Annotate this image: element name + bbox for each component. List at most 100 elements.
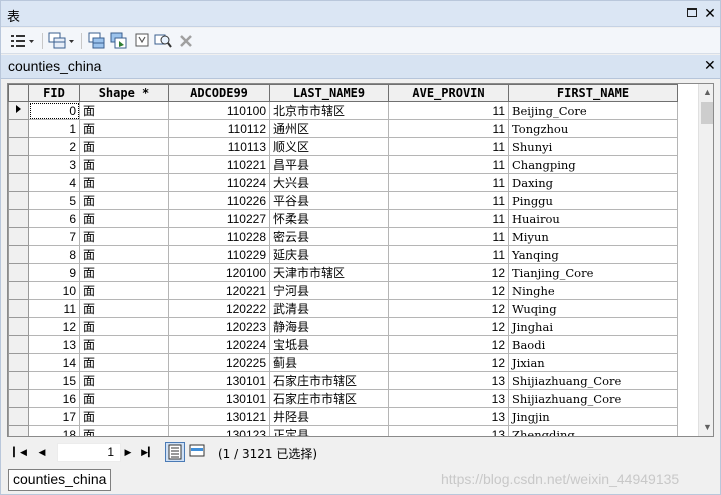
first-name-cell[interactable]: Tianjing_Core [508,263,678,282]
shape-cell[interactable]: 面 [79,263,169,282]
table-row[interactable]: 16 面 130101 石家庄市市辖区 13 Shijiazhuang_Core [8,389,678,408]
fid-cell[interactable]: 9 [28,263,80,282]
last-name-cell[interactable]: 通州区 [269,119,389,138]
shape-cell[interactable]: 面 [79,299,169,318]
first-name-cell[interactable]: Jingjin [508,407,678,426]
adcode-cell[interactable]: 130123 [168,425,270,436]
shape-cell[interactable]: 面 [79,173,169,192]
last-record-icon[interactable]: ▶▎ [141,445,155,459]
last-name-cell[interactable]: 蓟县 [269,353,389,372]
table-row[interactable]: 9 面 120100 天津市市辖区 12 Tianjing_Core [8,263,678,282]
ave-provin-cell[interactable]: 11 [388,245,509,264]
row-selector[interactable] [8,119,29,138]
adcode-cell[interactable]: 120223 [168,317,270,336]
table-row[interactable]: 8 面 110229 延庆县 11 Yanqing [8,245,678,264]
first-name-cell[interactable]: Tongzhou [508,119,678,138]
scroll-down-icon[interactable]: ▼ [699,419,713,436]
row-selector[interactable] [8,227,29,246]
first-name-cell[interactable]: Shijiazhuang_Core [508,389,678,408]
row-selector[interactable] [8,101,29,120]
row-selector[interactable] [8,299,29,318]
last-name-cell[interactable]: 密云县 [269,227,389,246]
shape-cell[interactable]: 面 [79,389,169,408]
ave-provin-cell[interactable]: 13 [388,389,509,408]
last-name-cell[interactable]: 北京市市辖区 [269,101,389,120]
first-name-cell[interactable]: Shunyi [508,137,678,156]
last-name-cell[interactable]: 石家庄市市辖区 [269,371,389,390]
first-name-cell[interactable]: Yanqing [508,245,678,264]
show-selected-records-icon[interactable] [188,442,208,462]
first-name-cell[interactable]: Jixian [508,353,678,372]
last-name-cell[interactable]: 怀柔县 [269,209,389,228]
adcode-cell[interactable]: 120225 [168,353,270,372]
adcode-cell[interactable]: 130121 [168,407,270,426]
fid-cell[interactable]: 12 [28,317,80,336]
fid-cell[interactable]: 1 [28,119,80,138]
shape-cell[interactable]: 面 [79,245,169,264]
fid-cell[interactable]: 3 [28,155,80,174]
adcode-cell[interactable]: 110112 [168,119,270,138]
fid-cell[interactable]: 10 [28,281,80,300]
shape-cell[interactable]: 面 [79,371,169,390]
shape-cell[interactable]: 面 [79,335,169,354]
ave-provin-cell[interactable]: 12 [388,335,509,354]
select-by-attributes-icon[interactable] [88,32,106,50]
fid-cell[interactable]: 5 [28,191,80,210]
row-selector[interactable] [8,245,29,264]
row-selector[interactable] [8,155,29,174]
last-name-cell[interactable]: 武清县 [269,299,389,318]
fid-cell[interactable]: 16 [28,389,80,408]
fid-cell[interactable]: 0 [28,101,80,120]
adcode-cell[interactable]: 120221 [168,281,270,300]
first-name-cell[interactable]: Daxing [508,173,678,192]
fid-cell[interactable]: 4 [28,173,80,192]
row-selector[interactable] [8,281,29,300]
shape-cell[interactable]: 面 [79,137,169,156]
row-selector[interactable] [8,209,29,228]
fid-cell[interactable]: 11 [28,299,80,318]
fid-cell[interactable]: 15 [28,371,80,390]
first-name-cell[interactable]: Miyun [508,227,678,246]
adcode-cell[interactable]: 110221 [168,155,270,174]
table-row[interactable]: 15 面 130101 石家庄市市辖区 13 Shijiazhuang_Core [8,371,678,390]
last-name-cell[interactable]: 顺义区 [269,137,389,156]
restore-icon[interactable] [685,6,699,20]
last-name-cell[interactable]: 正定县 [269,425,389,436]
first-name-cell[interactable]: Zhengding [508,425,678,436]
first-name-cell[interactable]: Wuqing [508,299,678,318]
row-selector[interactable] [8,389,29,408]
table-row[interactable]: 18 面 130123 正定县 13 Zhengding [8,425,678,436]
ave-provin-cell[interactable]: 13 [388,407,509,426]
table-row[interactable]: 11 面 120222 武清县 12 Wuqing [8,299,678,318]
column-header[interactable]: FID [28,84,80,102]
shape-cell[interactable]: 面 [79,191,169,210]
fid-cell[interactable]: 8 [28,245,80,264]
first-name-cell[interactable]: Baodi [508,335,678,354]
close-window-icon[interactable]: ✕ [703,6,717,20]
first-name-cell[interactable]: Shijiazhuang_Core [508,371,678,390]
row-selector[interactable] [8,263,29,282]
row-selector[interactable] [8,371,29,390]
first-name-cell[interactable]: Huairou [508,209,678,228]
row-selector[interactable] [8,191,29,210]
table-row[interactable]: 7 面 110228 密云县 11 Miyun [8,227,678,246]
table-row[interactable]: 6 面 110227 怀柔县 11 Huairou [8,209,678,228]
ave-provin-cell[interactable]: 13 [388,425,509,436]
table-row[interactable]: 5 面 110226 平谷县 11 Pinggu [8,191,678,210]
row-selector[interactable] [8,173,29,192]
ave-provin-cell[interactable]: 11 [388,209,509,228]
ave-provin-cell[interactable]: 11 [388,119,509,138]
close-tab-icon[interactable]: ✕ [704,57,716,74]
last-name-cell[interactable]: 宝坻县 [269,335,389,354]
shape-cell[interactable]: 面 [79,101,169,120]
ave-provin-cell[interactable]: 11 [388,227,509,246]
table-options-icon[interactable] [9,32,34,50]
ave-provin-cell[interactable]: 11 [388,101,509,120]
ave-provin-cell[interactable]: 12 [388,317,509,336]
ave-provin-cell[interactable]: 12 [388,299,509,318]
fid-cell[interactable]: 2 [28,137,80,156]
row-selector[interactable] [8,317,29,336]
first-name-cell[interactable]: Beijing_Core [508,101,678,120]
first-name-cell[interactable]: Ninghe [508,281,678,300]
table-row[interactable]: 3 面 110221 昌平县 11 Changping [8,155,678,174]
